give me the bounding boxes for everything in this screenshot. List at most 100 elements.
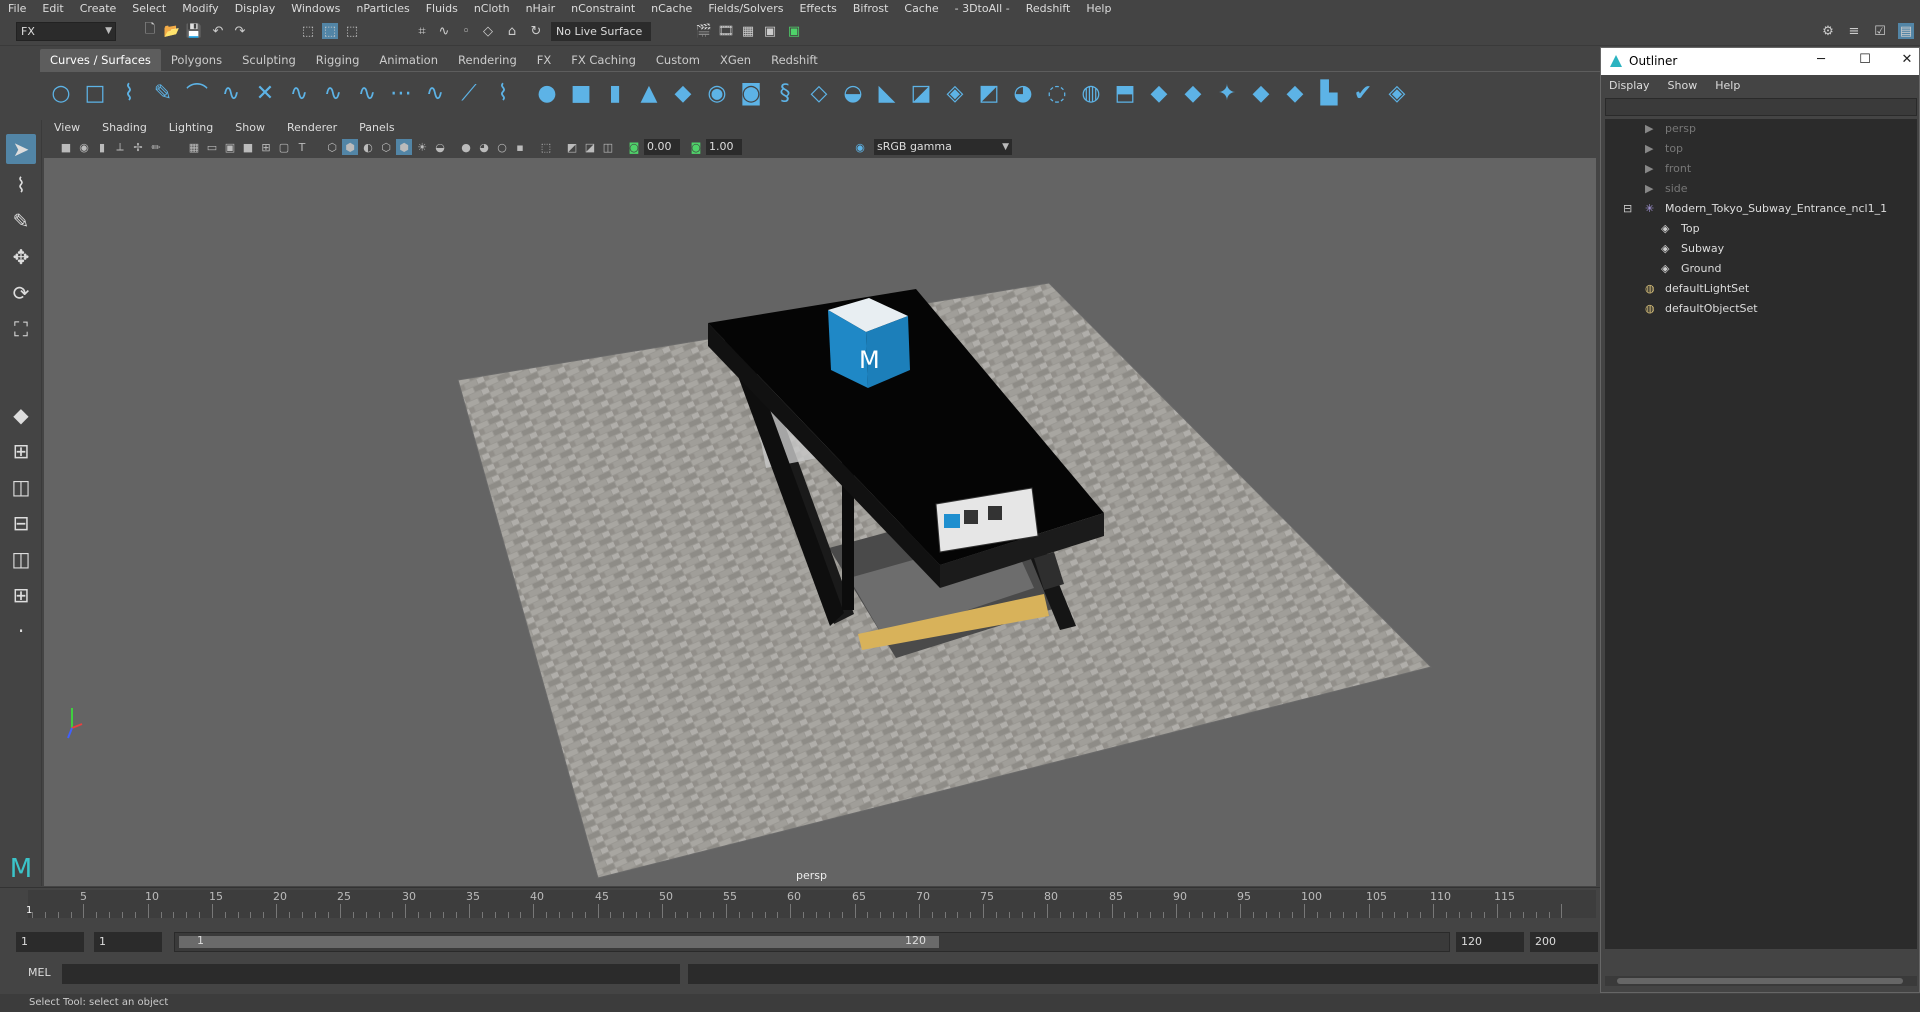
nurbs-cube-icon[interactable]: ■ [568,80,594,106]
gate-mask-icon[interactable]: ■ [240,139,256,155]
menu-item[interactable]: nCloth [466,0,518,17]
resolution-gate-icon[interactable]: ▣ [222,139,238,155]
outliner-item[interactable]: ◈ Subway [1605,239,1917,259]
menu-item[interactable]: - 3DtoAll - [947,0,1018,17]
isolate-select-icon[interactable]: ⬚ [538,139,554,155]
menu-item[interactable]: Fluids [418,0,466,17]
maximize-icon[interactable]: ☐ [1855,52,1875,70]
minimize-icon[interactable]: ─ [1811,52,1831,70]
pencil-curve-icon[interactable]: ⌒ [184,80,210,108]
shelf-tab[interactable]: Rendering [448,49,527,71]
menu-item[interactable]: nHair [518,0,564,17]
scrollbar-thumb[interactable] [1617,978,1903,984]
insert-knot-icon[interactable]: ∿ [354,80,380,106]
rebuild-surface-icon[interactable]: ✔ [1350,80,1376,106]
revolve-icon[interactable]: ◙ [738,80,764,106]
select-tool-icon[interactable]: ➤ [6,134,36,164]
depth-of-field-icon[interactable]: ▪ [512,139,528,155]
grease-pencil-icon[interactable]: ✏ [148,139,164,155]
live-surface-field[interactable]: No Live Surface [551,22,651,41]
bookmark-icon[interactable]: ▮ [94,139,110,155]
use-default-material-icon[interactable]: ◐ [360,139,376,155]
shelf-tab[interactable]: Curves / Surfaces [40,49,161,71]
gamma-icon[interactable]: ◙ [688,139,704,155]
attach-surfaces-icon[interactable]: ◆ [1146,80,1172,106]
menu-item[interactable]: nConstraint [563,0,643,17]
menu-item[interactable]: Select [124,0,174,17]
outliner-item[interactable]: ◍ defaultLightSet [1605,279,1917,299]
nurbs-plane-icon[interactable]: ◆ [670,80,696,106]
menu-item[interactable]: Display [227,0,284,17]
panel-menu-item[interactable]: Lighting [159,119,225,137]
safe-title-icon[interactable]: T [294,139,310,155]
extrude-icon[interactable]: ◒ [840,80,866,106]
smooth-shade-icon[interactable]: ⬢ [342,139,358,155]
xray-joints-icon[interactable]: ◪ [582,139,598,155]
tool-settings-icon[interactable]: ☑ [1872,23,1888,39]
snap-grid-icon[interactable]: ⌗ [414,23,430,39]
menu-item[interactable]: Effects [791,0,844,17]
loft-icon[interactable]: § [772,80,798,106]
menu-item[interactable]: File [0,0,34,17]
menu-item[interactable]: Edit [34,0,71,17]
redshift-render-view-icon[interactable]: ▣ [786,23,802,39]
outliner-item[interactable]: ⊟ ✳ Modern_Tokyo_Subway_Entrance_ncl1_1 [1605,199,1917,219]
range-slider[interactable]: 1 120 [174,932,1450,952]
color-management-icon[interactable]: ◉ [852,139,868,155]
ambient-occlusion-icon[interactable]: ● [458,139,474,155]
lasso-tool-icon[interactable]: ⌇ [6,170,36,200]
shelf-tab[interactable]: Polygons [161,49,232,71]
planar-icon[interactable]: ◇ [806,80,832,106]
shelf-tab[interactable]: Custom [646,49,710,71]
shadows-icon[interactable]: ◒ [432,139,448,155]
shelf-tab[interactable]: FX Caching [561,49,646,71]
exposure-icon[interactable]: ◙ [626,139,642,155]
outliner-item[interactable]: ◍ defaultObjectSet [1605,299,1917,319]
time-slider-track[interactable]: 5 10 15 20 25 30 35 40 45 50 55 60 65 70 75 80 85 90 95 100… [28,890,1596,918]
cv-curve-icon[interactable]: ⌇ [116,80,142,106]
wireframe-on-shaded-icon[interactable]: ⬡ [378,139,394,155]
panel-menu-item[interactable]: Shading [92,119,159,137]
snap-view-plane-icon[interactable]: ◇ [480,23,496,39]
image-plane-icon[interactable]: ⟂ [112,139,128,155]
panel-menu-item[interactable]: Show [225,119,277,137]
shelf-tab[interactable]: Sculpting [232,49,306,71]
outliner-item[interactable]: ◈ Ground [1605,259,1917,279]
view-transform-dropdown[interactable]: sRGB gamma ▼ [874,139,1012,155]
outliner-item[interactable]: ▶ side [1605,179,1917,199]
gamma-field[interactable]: 1.00 [706,139,742,155]
menu-item[interactable]: Cache [896,0,946,17]
menu-item[interactable]: Modify [174,0,226,17]
outliner-menu-item[interactable]: Help [1707,76,1750,96]
modeling-toolkit-icon[interactable]: ⚙ [1820,23,1836,39]
shelf-tab[interactable]: Rigging [306,49,370,71]
select-by-object-icon[interactable]: ⬚ [322,23,338,39]
xray-components-icon[interactable]: ◫ [600,139,616,155]
attach-curves-icon[interactable]: ∿ [286,80,312,106]
close-icon[interactable]: ✕ [1897,52,1917,70]
shelf-tab[interactable]: FX [527,49,562,71]
snap-point-icon[interactable]: ◦ [458,23,474,39]
scale-tool-icon[interactable]: ⛶ [6,314,36,344]
panel-menu-item[interactable]: Renderer [277,119,349,137]
field-chart-icon[interactable]: ⊞ [258,139,274,155]
offset-surface-icon[interactable]: ▙ [1316,80,1342,106]
undo-icon[interactable]: ↶ [210,23,226,39]
four-view-layout-icon[interactable]: ⊞ [6,436,36,466]
detach-surfaces-icon[interactable]: ◆ [1180,80,1206,106]
insert-isoparms-icon[interactable]: ◆ [1248,80,1274,106]
script-language-label[interactable]: MEL [28,966,51,979]
offset-curve-icon[interactable]: ∿ [422,80,448,106]
menu-item[interactable]: Create [72,0,125,17]
use-all-lights-icon[interactable]: ☀ [414,139,430,155]
hypershade-icon[interactable]: ▣ [762,23,778,39]
select-by-hierarchy-icon[interactable]: ⬚ [300,23,316,39]
motion-blur-icon[interactable]: ◕ [476,139,492,155]
nurbs-torus-icon[interactable]: ◉ [704,80,730,106]
2d-pan-zoom-icon[interactable]: ✢ [130,139,146,155]
untrim-icon[interactable]: ⬒ [1112,80,1138,106]
render-settings-icon[interactable]: ▦ [740,23,756,39]
safe-action-icon[interactable]: ▢ [276,139,292,155]
bevel-plus-icon[interactable]: ◪ [908,80,934,106]
project-curve-icon[interactable]: ◕ [1010,80,1036,106]
